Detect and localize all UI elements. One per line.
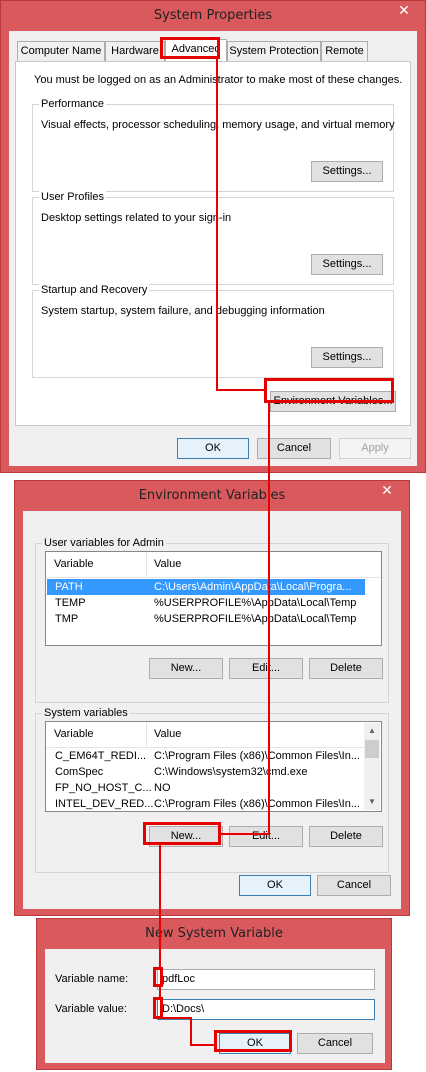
column-variable[interactable]: Variable <box>54 558 94 570</box>
highlight-advanced-tab <box>160 37 220 59</box>
connector-line <box>216 59 218 391</box>
column-variable[interactable]: Variable <box>54 728 94 740</box>
table-row[interactable]: FP_NO_HOST_C... NO <box>47 780 365 796</box>
window-title: Environment Variables <box>138 488 286 503</box>
window-title: New System Variable <box>145 926 283 941</box>
connector-line <box>162 1017 192 1019</box>
scroll-down-arrow-icon[interactable]: ▼ <box>364 794 380 810</box>
startup-recovery-group: Startup and Recovery System startup, sys… <box>32 284 394 378</box>
user-variables-list[interactable]: Variable Value PATH C:\Users\Admin\AppDa… <box>45 551 382 646</box>
system-edit-button[interactable]: Edit... <box>229 826 303 847</box>
tab-computer-name[interactable]: Computer Name <box>17 41 105 61</box>
table-row[interactable]: INTEL_DEV_RED... C:\Program Files (x86)\… <box>47 796 365 811</box>
user-profiles-title: User Profiles <box>39 191 106 203</box>
startup-recovery-settings-button[interactable]: Settings... <box>311 347 383 368</box>
table-row[interactable]: TMP %USERPROFILE%\AppData\Local\Temp <box>47 611 365 627</box>
performance-settings-button[interactable]: Settings... <box>311 161 383 182</box>
variable-value: %USERPROFILE%\AppData\Local\Temp <box>154 613 357 625</box>
tab-remote[interactable]: Remote <box>321 41 368 61</box>
column-separator <box>146 722 147 746</box>
variable-value: C:\Program Files (x86)\Common Files\In..… <box>154 798 360 810</box>
column-value[interactable]: Value <box>154 728 181 740</box>
column-separator <box>146 552 147 576</box>
variable-name: C_EM64T_REDI... <box>55 750 147 762</box>
environment-variables-window: Environment Variables ✕ User variables f… <box>14 480 410 916</box>
table-row[interactable]: TEMP %USERPROFILE%\AppData\Local\Temp <box>47 595 365 611</box>
variable-value: C:\Program Files (x86)\Common Files\In..… <box>154 750 360 762</box>
startup-recovery-description: System startup, system failure, and debu… <box>41 305 325 317</box>
scroll-up-arrow-icon[interactable]: ▲ <box>364 723 380 739</box>
connector-line <box>216 389 266 391</box>
startup-recovery-title: Startup and Recovery <box>39 284 150 296</box>
variable-name: TEMP <box>55 597 86 609</box>
performance-group: Performance Visual effects, processor sc… <box>32 98 395 192</box>
column-value[interactable]: Value <box>154 558 181 570</box>
system-delete-button[interactable]: Delete <box>309 826 383 847</box>
connector-line <box>159 845 161 968</box>
user-profiles-description: Desktop settings related to your sign-in <box>41 212 232 224</box>
highlight-new-button <box>143 822 221 845</box>
variable-name: TMP <box>55 613 79 625</box>
list-header: Variable Value <box>46 722 364 748</box>
variable-name-label: Variable name: <box>55 973 129 985</box>
user-new-button[interactable]: New... <box>149 658 223 679</box>
system-variables-list[interactable]: Variable Value C_EM64T_REDI... C:\Progra… <box>45 721 382 812</box>
connector-line <box>190 1017 192 1046</box>
list-header: Variable Value <box>46 552 381 578</box>
close-icon[interactable]: ✕ <box>388 2 420 22</box>
highlight-ok-button <box>214 1030 292 1052</box>
variable-value: C:\Windows\system32\cmd.exe <box>154 766 308 778</box>
user-edit-button[interactable]: Edit... <box>229 658 303 679</box>
ok-button[interactable]: OK <box>177 438 249 459</box>
user-variables-label: User variables for Admin <box>42 537 166 549</box>
highlight-variable-value-input <box>153 997 163 1019</box>
table-row[interactable]: C_EM64T_REDI... C:\Program Files (x86)\C… <box>47 748 365 764</box>
scrollbar-thumb[interactable] <box>365 740 379 758</box>
admin-note: You must be logged on as an Administrato… <box>34 74 403 86</box>
user-profiles-group: User Profiles Desktop settings related t… <box>32 191 394 285</box>
table-row[interactable]: ComSpec C:\Windows\system32\cmd.exe <box>47 764 365 780</box>
variable-name: ComSpec <box>55 766 104 778</box>
user-profiles-settings-button[interactable]: Settings... <box>311 254 383 275</box>
window-title: System Properties <box>153 8 273 23</box>
performance-title: Performance <box>39 98 106 110</box>
apply-button[interactable]: Apply <box>339 438 411 459</box>
highlight-variable-name-input <box>153 967 163 987</box>
connector-line <box>268 403 270 835</box>
variable-value: %USERPROFILE%\AppData\Local\Temp <box>154 597 357 609</box>
cancel-button[interactable]: Cancel <box>297 1033 373 1054</box>
dialog-client: User variables for Admin Variable Value … <box>23 511 401 909</box>
variable-value: NO <box>154 782 171 794</box>
user-delete-button[interactable]: Delete <box>309 658 383 679</box>
variable-value-label: Variable value: <box>55 1003 127 1015</box>
connector-line <box>221 833 269 835</box>
variable-name: INTEL_DEV_RED... <box>55 798 154 810</box>
advanced-tab-panel: You must be logged on as an Administrato… <box>15 61 411 426</box>
connector-line <box>190 1044 216 1046</box>
tab-system-protection[interactable]: System Protection <box>227 41 321 61</box>
vertical-scrollbar[interactable]: ▲ ▼ <box>364 723 380 810</box>
variable-name: FP_NO_HOST_C... <box>55 782 152 794</box>
variable-name-input[interactable]: pdfLoc <box>157 969 375 990</box>
system-variables-label: System variables <box>42 707 130 719</box>
variable-name: PATH <box>55 581 83 593</box>
ok-button[interactable]: OK <box>239 875 311 896</box>
connector-line <box>159 986 161 998</box>
cancel-button[interactable]: Cancel <box>317 875 391 896</box>
table-row[interactable]: PATH C:\Users\Admin\AppData\Local\Progra… <box>47 579 365 595</box>
highlight-environment-variables <box>264 378 394 403</box>
variable-value: C:\Users\Admin\AppData\Local\Progra... <box>154 581 352 593</box>
tab-hardware[interactable]: Hardware <box>105 41 165 61</box>
close-icon[interactable]: ✕ <box>371 482 403 502</box>
